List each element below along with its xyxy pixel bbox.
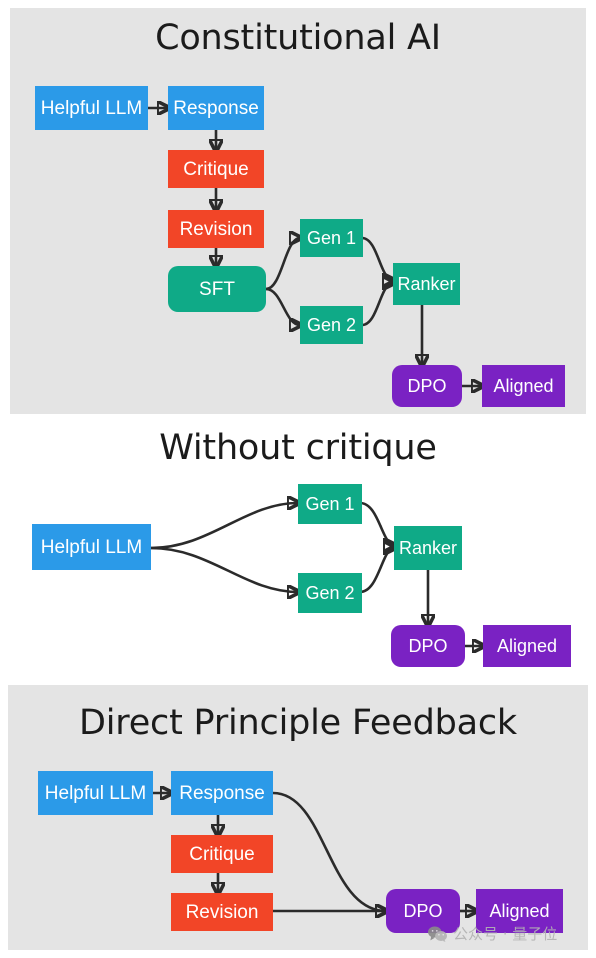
edges-constitutional-ai [148, 8, 586, 414]
panel-title-direct-principle-feedback: Direct Principle Feedback [79, 703, 517, 743]
node-gen-1[interactable]: Gen 1 [300, 219, 363, 257]
node-dpo[interactable]: DPO [391, 625, 465, 667]
node-helpful-llm[interactable]: Helpful LLM [35, 86, 148, 130]
node-helpful-llm[interactable]: Helpful LLM [32, 524, 151, 570]
panel-without-critique: Without critique Helpful LLM Gen 1 Gen 2… [0, 420, 596, 682]
node-aligned[interactable]: Aligned [483, 625, 571, 667]
panel-title-constitutional-ai: Constitutional AI [155, 18, 441, 58]
node-helpful-llm[interactable]: Helpful LLM [38, 771, 153, 815]
node-critique[interactable]: Critique [168, 150, 264, 188]
node-revision[interactable]: Revision [168, 210, 264, 248]
node-critique[interactable]: Critique [171, 835, 273, 873]
panel-title-without-critique: Without critique [159, 428, 437, 468]
node-ranker[interactable]: Ranker [394, 526, 462, 570]
wechat-icon [428, 925, 447, 942]
watermark-text: 公众号 · 量子位 [453, 925, 558, 943]
node-gen-2[interactable]: Gen 2 [300, 306, 363, 344]
panel-direct-principle-feedback: Direct Principle Feedback Helpful LLM Re… [8, 685, 588, 950]
node-response[interactable]: Response [168, 86, 264, 130]
node-response[interactable]: Response [171, 771, 273, 815]
node-sft[interactable]: SFT [168, 266, 266, 312]
node-gen-1[interactable]: Gen 1 [298, 484, 362, 524]
node-ranker[interactable]: Ranker [393, 263, 460, 305]
figure-root: Constitutional AI Helpful LLM Response C… [0, 0, 596, 958]
watermark: 公众号 · 量子位 [428, 923, 557, 944]
node-revision[interactable]: Revision [171, 893, 273, 931]
node-aligned[interactable]: Aligned [482, 365, 565, 407]
panel-constitutional-ai: Constitutional AI Helpful LLM Response C… [10, 8, 586, 414]
node-dpo[interactable]: DPO [392, 365, 462, 407]
node-gen-2[interactable]: Gen 2 [298, 573, 362, 613]
